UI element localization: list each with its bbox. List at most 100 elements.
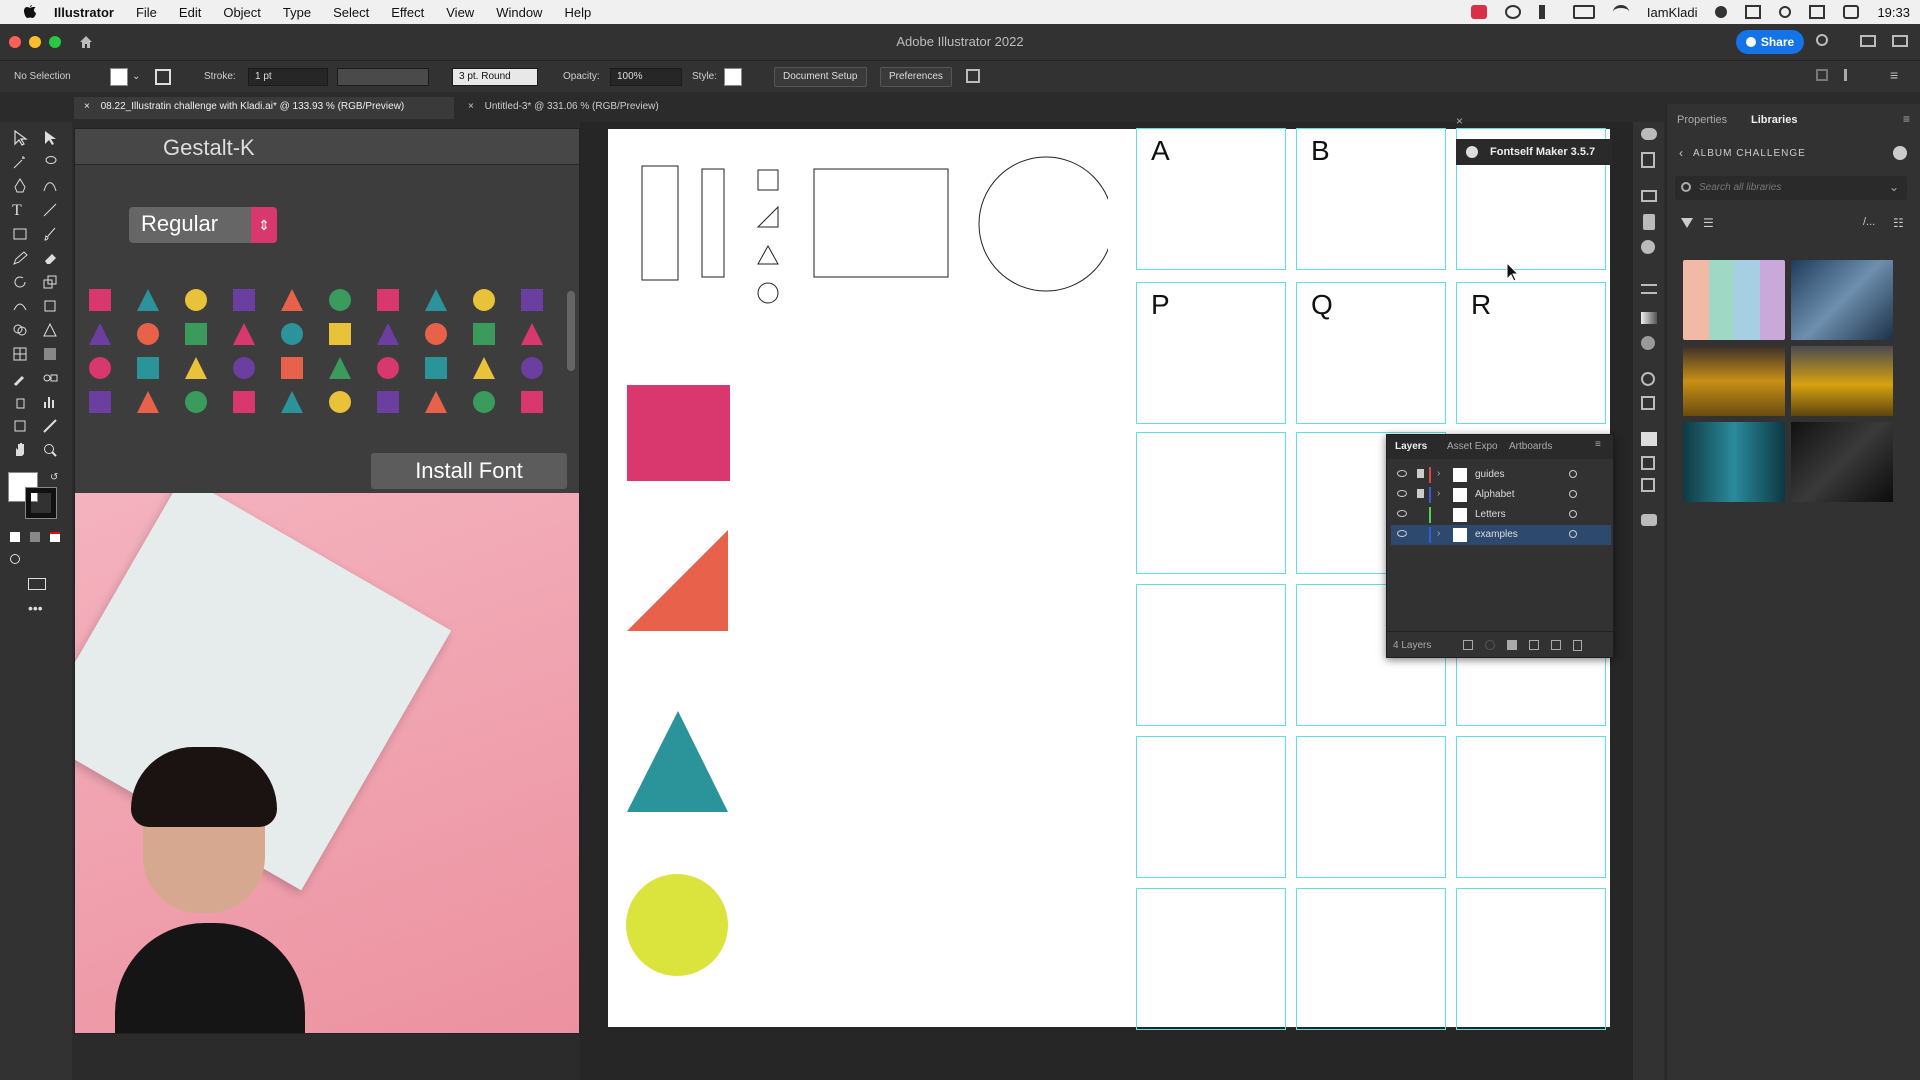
glyph-cell[interactable] [1136,584,1286,726]
layer-row-alphabet[interactable]: › Alphabet [1391,485,1611,505]
large-circle-outline[interactable] [978,156,1108,292]
clock[interactable]: 19:33 [1877,5,1910,20]
screen-mode-icon[interactable] [28,578,46,590]
stroke-swatch[interactable] [155,69,171,85]
curvature-tool-icon[interactable] [42,178,58,194]
comments-icon[interactable] [1641,514,1657,526]
library-image-blue-texture[interactable] [1791,260,1893,340]
tab-properties[interactable]: Properties [1677,114,1727,126]
locate-object-icon[interactable] [1485,640,1495,650]
column-graph-icon[interactable] [42,394,58,410]
small-triangle-outline[interactable] [757,244,779,265]
target-icon[interactable] [1569,530,1577,538]
filter-icon[interactable] [1681,218,1693,228]
glyph-cell[interactable] [1136,888,1286,1030]
close-tab-icon[interactable]: × [84,101,90,112]
expand-icon[interactable]: › [1437,528,1440,539]
paintbrush-icon[interactable] [42,226,58,242]
eraser-icon[interactable] [42,250,58,266]
graphic-styles-icon[interactable] [1641,396,1655,410]
none-mode-icon[interactable] [50,532,60,542]
stroke-color-swatch[interactable] [25,487,57,519]
rotate-tool-icon[interactable] [12,274,28,290]
lock-icon[interactable] [1417,489,1424,498]
target-icon[interactable] [1569,490,1577,498]
expand-icon[interactable]: › [1437,488,1440,499]
yellow-circle[interactable] [626,874,728,976]
transparency-icon[interactable] [1641,336,1655,350]
target-icon[interactable] [1569,510,1577,518]
glyph-cell-q[interactable]: Q [1296,282,1446,424]
menu-view[interactable]: View [446,5,474,20]
user-name[interactable]: IamKladi [1647,5,1698,20]
screens-icon[interactable] [1745,5,1762,19]
search-icon[interactable] [1779,6,1792,18]
glyph-scrollbar[interactable] [567,291,575,371]
volume-icon[interactable] [1538,5,1555,19]
fontself-panel[interactable]: Fontself Maker 3.5.7 [1456,139,1612,165]
close-icon[interactable]: × [1456,114,1463,128]
glyph-cell-p[interactable]: P [1136,282,1286,424]
chevron-down-icon[interactable]: ⌄ [1889,180,1899,194]
small-square-outline[interactable] [757,169,779,191]
lock-icon[interactable] [1417,469,1424,478]
artboard-tool-icon[interactable] [12,418,28,434]
document-setup-button[interactable]: Document Setup [774,67,867,87]
panel-toggle-icon[interactable] [1892,35,1908,47]
narrow-rectangle-outline[interactable] [701,168,725,278]
layer-name[interactable]: examples [1475,529,1518,540]
library-image-sunflowers-2[interactable] [1791,346,1893,416]
search-icon[interactable] [1816,34,1828,46]
menu-object[interactable]: Object [223,5,261,20]
layer-name[interactable]: Letters [1475,509,1506,520]
color-mode-icon[interactable] [10,532,20,542]
scale-tool-icon[interactable] [42,274,58,290]
opacity-field[interactable]: 100% [610,68,682,86]
stroke-weight-field[interactable]: 1 pt [248,68,328,86]
teal-triangle[interactable] [627,711,728,812]
layer-row-guides[interactable]: › guides [1391,465,1611,485]
sort-icon[interactable]: ☰ [1703,216,1714,230]
glyph-cell[interactable] [1136,736,1286,878]
menu-window[interactable]: Window [496,5,542,20]
menu-help[interactable]: Help [564,5,591,20]
expand-icon[interactable]: › [1437,468,1440,479]
menu-file[interactable]: File [136,5,157,20]
export-dock-icon[interactable] [1641,456,1655,470]
workspace-icon[interactable] [1860,35,1876,47]
glyph-cell[interactable] [1456,736,1606,878]
target-icon[interactable] [1569,470,1577,478]
large-square-outline[interactable] [813,168,949,278]
type-tool-icon[interactable]: T [12,202,28,219]
panel-menu-icon[interactable]: ≡ [1903,112,1910,126]
chevron-down-icon[interactable]: ⌄ [132,71,140,82]
eye-icon[interactable] [1397,490,1407,497]
artboards-dock-icon[interactable] [1641,478,1655,492]
table-icon[interactable] [1641,190,1657,202]
menu-app[interactable]: Illustrator [54,5,114,20]
eyedropper-icon[interactable] [12,370,28,386]
hand-tool-icon[interactable] [12,442,28,458]
list-view-icon[interactable]: ☷ [1893,216,1904,230]
sync-icon[interactable] [1504,5,1521,19]
library-image-sunflowers-1[interactable] [1683,346,1785,416]
export-icon[interactable] [1463,640,1473,650]
tab-layers[interactable]: Layers [1395,441,1427,452]
gradient-mode-icon[interactable] [30,532,40,542]
moon-icon[interactable] [1715,6,1728,18]
symbol-sprayer-icon[interactable] [12,394,28,410]
glyph-cell[interactable] [1296,888,1446,1030]
layer-name[interactable]: guides [1475,469,1504,480]
layer-name[interactable]: Alphabet [1475,489,1514,500]
layers-dock-icon[interactable] [1641,432,1657,446]
menu-select[interactable]: Select [333,5,369,20]
glyph-cell[interactable] [1456,888,1606,1030]
mesh-tool-icon[interactable] [12,346,28,362]
appearance-icon[interactable] [1641,372,1655,386]
free-transform-icon[interactable] [42,298,58,314]
lasso-icon[interactable] [42,154,58,170]
glyph-cell[interactable] [1136,432,1286,574]
orange-right-triangle[interactable] [627,530,728,631]
menu-type[interactable]: Type [283,5,311,20]
tab-libraries[interactable]: Libraries [1751,114,1797,126]
